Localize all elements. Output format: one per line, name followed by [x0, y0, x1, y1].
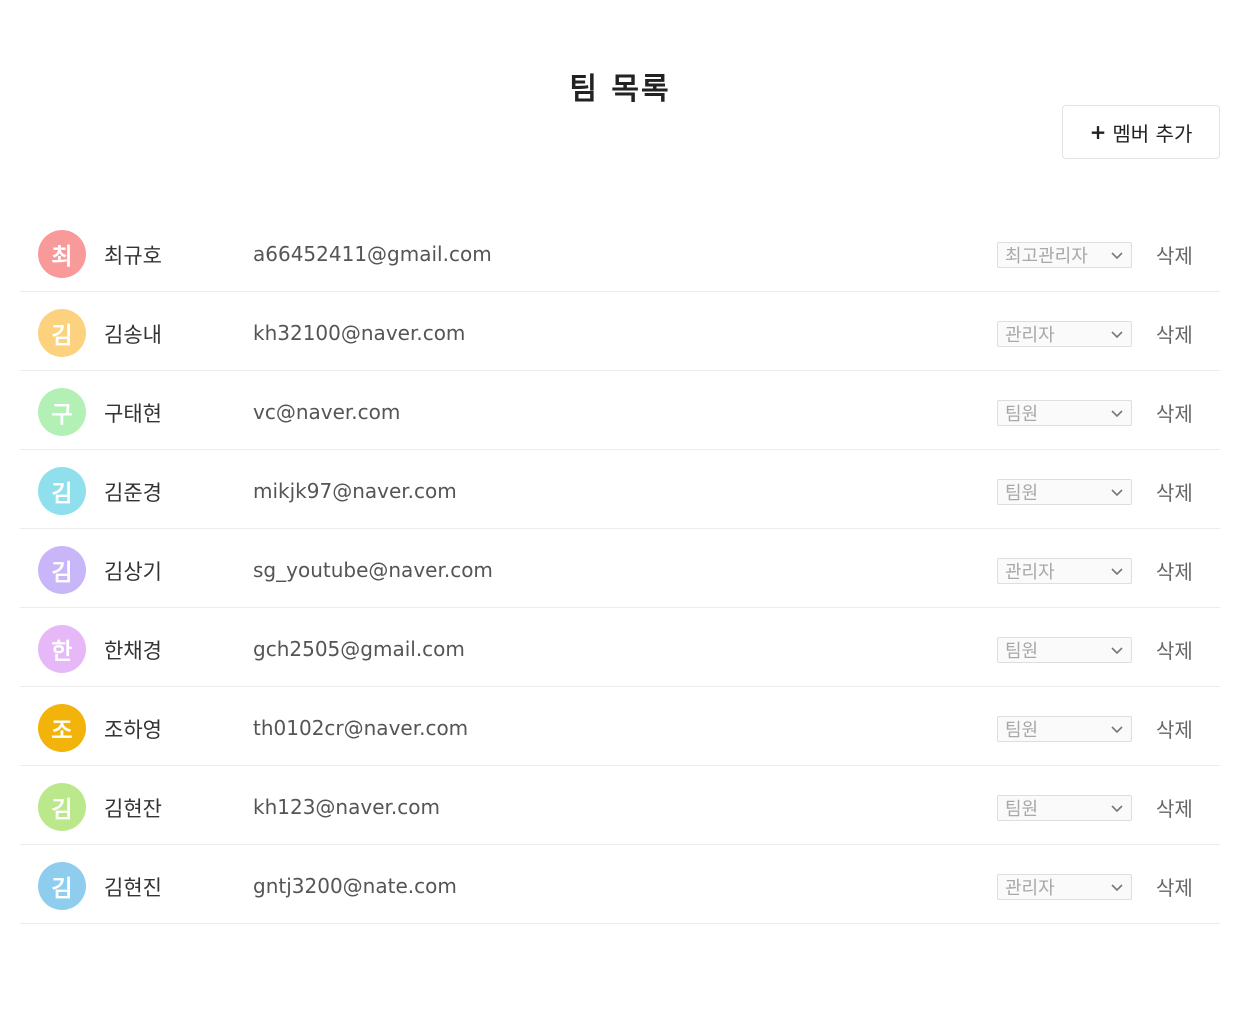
- member-row: 김 김준경 mikjk97@naver.com 팀원 삭제: [20, 450, 1220, 529]
- member-row: 조 조하영 th0102cr@naver.com 팀원 삭제: [20, 687, 1220, 766]
- delete-button[interactable]: 삭제: [1156, 714, 1193, 743]
- member-name: 김현진: [104, 876, 162, 900]
- avatar: 구: [38, 388, 86, 436]
- member-row: 한 한채경 gch2505@gmail.com 팀원 삭제: [20, 608, 1220, 687]
- delete-button[interactable]: 삭제: [1156, 793, 1193, 822]
- chevron-down-icon: [1111, 805, 1123, 813]
- member-row: 최 최규호 a66452411@gmail.com 최고관리자 삭제: [20, 213, 1220, 292]
- role-value: 관리자: [1005, 878, 1055, 899]
- member-name: 김현잔: [104, 797, 162, 821]
- delete-button[interactable]: 삭제: [1156, 398, 1193, 427]
- chevron-down-icon: [1111, 252, 1123, 260]
- role-value: 관리자: [1005, 562, 1055, 583]
- delete-button[interactable]: 삭제: [1156, 635, 1193, 664]
- member-name: 조하영: [104, 718, 162, 742]
- role-select[interactable]: 관리자: [997, 321, 1132, 347]
- member-name: 최규호: [104, 244, 162, 268]
- member-email: kh123@naver.com: [253, 795, 440, 819]
- role-value: 팀원: [1005, 483, 1039, 504]
- role-select[interactable]: 팀원: [997, 637, 1132, 663]
- role-value: 팀원: [1005, 404, 1039, 425]
- member-name: 한채경: [104, 639, 162, 663]
- member-email: mikjk97@naver.com: [253, 479, 457, 503]
- role-value: 최고관리자: [1005, 246, 1088, 267]
- member-row: 구 구태현 vc@naver.com 팀원 삭제: [20, 371, 1220, 450]
- chevron-down-icon: [1111, 489, 1123, 497]
- role-value: 팀원: [1005, 641, 1039, 662]
- member-email: gntj3200@nate.com: [253, 874, 457, 898]
- member-email: gch2505@gmail.com: [253, 637, 465, 661]
- avatar: 한: [38, 625, 86, 673]
- add-member-button[interactable]: + 멤버 추가: [1062, 105, 1220, 159]
- member-email: th0102cr@naver.com: [253, 716, 469, 740]
- avatar: 김: [38, 783, 86, 831]
- delete-button[interactable]: 삭제: [1156, 319, 1193, 348]
- role-select[interactable]: 팀원: [997, 479, 1132, 505]
- member-row: 김 김현진 gntj3200@nate.com 관리자 삭제: [20, 845, 1220, 924]
- delete-button[interactable]: 삭제: [1156, 477, 1193, 506]
- member-name: 김준경: [104, 481, 162, 505]
- avatar: 김: [38, 467, 86, 515]
- chevron-down-icon: [1111, 331, 1123, 339]
- member-email: sg_youtube@naver.com: [253, 558, 493, 582]
- role-select[interactable]: 팀원: [997, 795, 1132, 821]
- member-row: 김 김현잔 kh123@naver.com 팀원 삭제: [20, 766, 1220, 845]
- role-value: 관리자: [1005, 325, 1055, 346]
- member-email: vc@naver.com: [253, 400, 401, 424]
- member-row: 김 김송내 kh32100@naver.com 관리자 삭제: [20, 292, 1220, 371]
- role-select[interactable]: 관리자: [997, 558, 1132, 584]
- chevron-down-icon: [1111, 410, 1123, 418]
- member-email: kh32100@naver.com: [253, 321, 466, 345]
- role-value: 팀원: [1005, 720, 1039, 741]
- add-member-label: 멤버 추가: [1112, 121, 1193, 146]
- member-row: 김 김상기 sg_youtube@naver.com 관리자 삭제: [20, 529, 1220, 608]
- delete-button[interactable]: 삭제: [1156, 556, 1193, 585]
- chevron-down-icon: [1111, 884, 1123, 892]
- role-select[interactable]: 팀원: [997, 716, 1132, 742]
- role-value: 팀원: [1005, 799, 1039, 820]
- avatar: 김: [38, 309, 86, 357]
- member-name: 김송내: [104, 323, 162, 347]
- delete-button[interactable]: 삭제: [1156, 240, 1193, 269]
- delete-button[interactable]: 삭제: [1156, 872, 1193, 901]
- plus-icon: +: [1089, 120, 1107, 144]
- chevron-down-icon: [1111, 647, 1123, 655]
- member-name: 구태현: [104, 402, 162, 426]
- member-email: a66452411@gmail.com: [253, 242, 492, 266]
- avatar: 최: [38, 230, 86, 278]
- chevron-down-icon: [1111, 726, 1123, 734]
- avatar: 김: [38, 862, 86, 910]
- avatar: 김: [38, 546, 86, 594]
- avatar: 조: [38, 704, 86, 752]
- role-select[interactable]: 최고관리자: [997, 242, 1132, 268]
- role-select[interactable]: 관리자: [997, 874, 1132, 900]
- chevron-down-icon: [1111, 568, 1123, 576]
- role-select[interactable]: 팀원: [997, 400, 1132, 426]
- member-list: 최 최규호 a66452411@gmail.com 최고관리자 삭제 김 김송내…: [20, 213, 1220, 924]
- member-name: 김상기: [104, 560, 162, 584]
- page-title: 팀 목록: [569, 72, 671, 107]
